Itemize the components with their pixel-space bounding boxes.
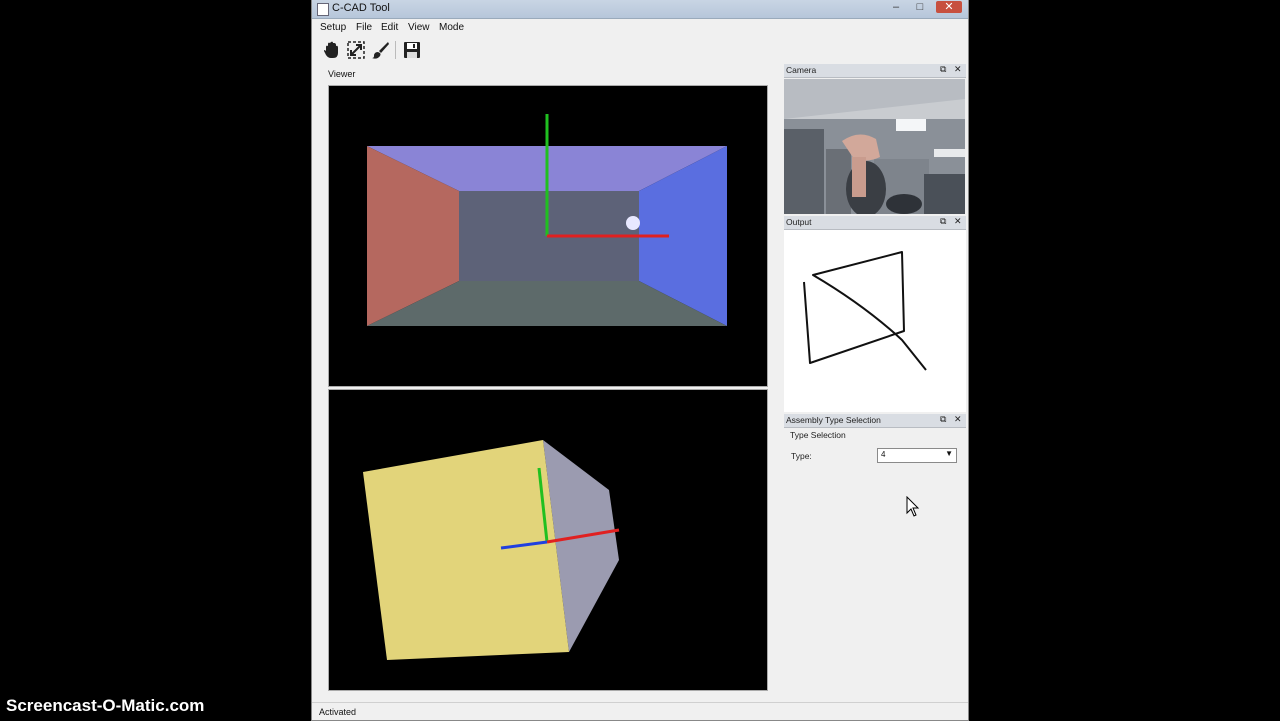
model-scene [363, 440, 620, 660]
menu-edit[interactable]: Edit [381, 22, 398, 33]
output-sketch-panel[interactable] [784, 230, 966, 412]
assembly-dock-title: Assembly Type Selection [786, 415, 881, 425]
float-icon[interactable]: ⧉ [940, 216, 946, 227]
float-icon[interactable]: ⧉ [940, 64, 946, 75]
close-button[interactable]: ✕ [936, 1, 962, 13]
mouse-pointer-icon [906, 496, 920, 517]
brush-icon[interactable] [370, 40, 390, 60]
output-dock-title: Output [786, 217, 812, 227]
type-selection-group-label: Type Selection [790, 430, 846, 440]
maximize-button[interactable]: □ [910, 1, 930, 13]
status-text: Activated [319, 707, 357, 717]
type-label: Type: [791, 451, 812, 461]
viewport-room[interactable] [328, 85, 768, 387]
chevron-down-icon: ▼ [945, 449, 953, 458]
app-icon [317, 3, 329, 16]
menu-setup[interactable]: Setup [320, 22, 346, 33]
resize-icon[interactable] [346, 40, 366, 60]
menu-bar: Setup File Edit View Mode [312, 19, 968, 37]
viewport-model[interactable] [328, 389, 768, 691]
camera-dock-title: Camera [786, 65, 817, 75]
menu-file[interactable]: File [356, 22, 372, 33]
save-icon[interactable] [402, 40, 422, 60]
menu-view[interactable]: View [408, 22, 430, 33]
close-icon[interactable]: ✕ [954, 414, 962, 425]
viewer-label: Viewer [328, 69, 356, 79]
status-bar: Activated [312, 702, 968, 721]
output-dock-header: Output ⧉ ✕ [784, 216, 966, 230]
camera-image [784, 79, 965, 214]
assembly-dock-header: Assembly Type Selection ⧉ ✕ [784, 414, 966, 428]
assembly-dock-body: Type Selection Type: 4 ▼ [784, 428, 966, 698]
title-bar: C-CAD Tool – □ ✕ [312, 0, 968, 19]
window-title: C-CAD Tool [332, 2, 390, 14]
camera-dock-header: Camera ⧉ ✕ [784, 64, 966, 78]
watermark-text: Screencast-O-Matic.com [6, 696, 205, 715]
room-scene [367, 114, 727, 326]
menu-mode[interactable]: Mode [439, 22, 464, 33]
toolbar-separator [395, 41, 396, 59]
camera-feed [784, 79, 965, 214]
sketch-stroke [803, 251, 927, 371]
close-icon[interactable]: ✕ [954, 64, 962, 75]
toolbar [312, 38, 968, 62]
sketch-canvas [803, 251, 927, 371]
app-window: C-CAD Tool – □ ✕ Setup File Edit View Mo… [312, 0, 968, 720]
cursor-sphere [626, 216, 640, 230]
minimize-button[interactable]: – [886, 1, 906, 13]
type-dropdown[interactable]: 4 ▼ [877, 448, 957, 463]
hand-icon[interactable] [322, 40, 342, 60]
type-dropdown-value: 4 [881, 450, 886, 459]
float-icon[interactable]: ⧉ [940, 414, 946, 425]
close-icon[interactable]: ✕ [954, 216, 962, 227]
